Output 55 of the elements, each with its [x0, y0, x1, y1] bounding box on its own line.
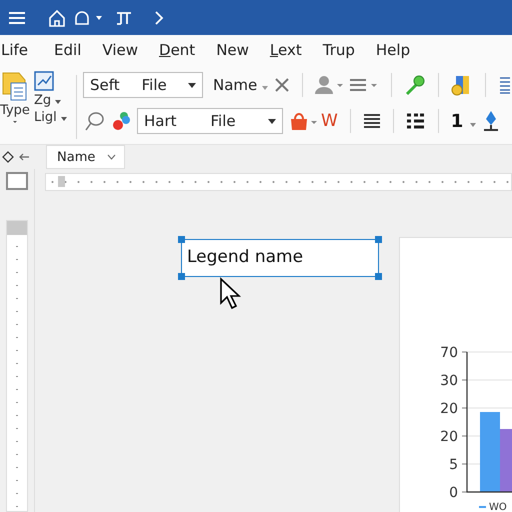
dropdown-text: File	[142, 76, 167, 94]
caret-icon[interactable]	[470, 122, 476, 126]
chart-edit-icon[interactable]	[34, 71, 54, 91]
lig-button[interactable]: Ligl	[34, 110, 67, 125]
back-arrow-icon[interactable]	[18, 152, 30, 162]
pi-icon[interactable]	[116, 10, 132, 24]
color-dots-icon[interactable]	[110, 110, 131, 132]
axis-label: 5	[449, 457, 458, 473]
chevron-right-icon[interactable]	[154, 10, 164, 24]
caret-icon	[188, 82, 196, 88]
brush-icon[interactable]	[404, 74, 426, 96]
zg-button[interactable]: Zg	[34, 93, 62, 108]
caret-icon[interactable]	[96, 14, 102, 20]
menu-item[interactable]: New	[215, 41, 256, 59]
name-dropdown[interactable]: Name	[212, 76, 268, 94]
menu-item[interactable]: Life	[0, 41, 36, 59]
dropdown-text: File	[210, 112, 236, 130]
caret-icon[interactable]	[60, 117, 67, 121]
menu-item[interactable]: Lext	[268, 41, 309, 59]
dropdown-text: Hart	[144, 112, 176, 130]
font-dropdown[interactable]: Seft File	[82, 72, 203, 98]
menu-item[interactable]: Dent	[158, 41, 202, 59]
axis-label: 0	[449, 485, 458, 501]
caret-icon[interactable]	[55, 100, 62, 104]
numbering-button[interactable]: 1	[450, 110, 476, 132]
axis-label: 20	[440, 429, 458, 445]
menu-item[interactable]: Trup	[322, 41, 362, 59]
legend-label: WO	[489, 502, 507, 512]
menu-item[interactable]: Edil	[53, 41, 88, 59]
type-button[interactable]: Type	[0, 103, 30, 118]
page-icon[interactable]	[6, 172, 28, 190]
caret-icon	[268, 118, 276, 124]
menu-item[interactable]: Help	[374, 41, 418, 59]
diamond-icon[interactable]	[2, 151, 14, 163]
house-icon[interactable]	[74, 10, 90, 26]
axis-label: 30	[440, 373, 458, 389]
person-icon[interactable]	[315, 75, 343, 95]
list-icon[interactable]	[406, 113, 426, 129]
close-icon[interactable]	[274, 77, 290, 93]
axis-label: 20	[440, 401, 458, 417]
menu-item[interactable]: View	[101, 41, 145, 59]
font-dropdown[interactable]: Hart File	[136, 108, 283, 134]
home-icon[interactable]	[48, 8, 66, 26]
fill-bucket-icon[interactable]	[288, 111, 319, 131]
axis-label: 70	[440, 345, 458, 361]
pin-icon[interactable]	[482, 110, 500, 132]
name-box[interactable]: Name	[46, 145, 126, 169]
dropdown-text: Seft	[90, 76, 120, 94]
text-box[interactable]: Legend name	[181, 239, 379, 277]
text-lines-icon[interactable]	[498, 75, 512, 95]
align-icon[interactable]	[349, 77, 379, 93]
justify-icon[interactable]	[362, 113, 381, 129]
menu-icon[interactable]	[8, 10, 26, 24]
font-color-button[interactable]: W	[320, 111, 338, 131]
caret-icon[interactable]	[13, 120, 17, 124]
